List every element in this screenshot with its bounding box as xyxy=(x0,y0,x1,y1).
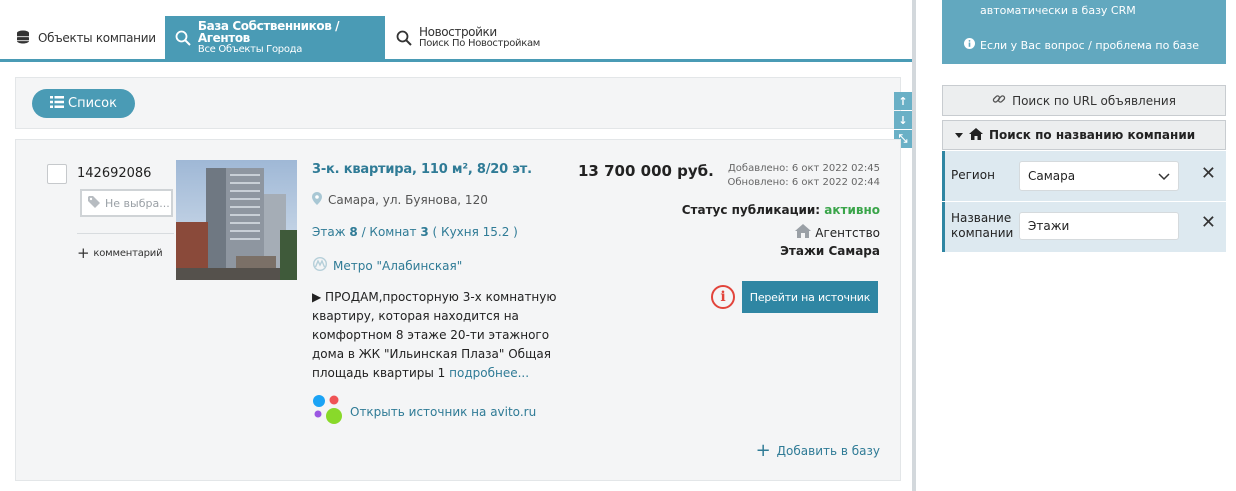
search-icon xyxy=(393,30,415,46)
add-to-base-link[interactable]: + Добавить в базу xyxy=(755,440,880,461)
company-input[interactable]: Этажи xyxy=(1019,212,1179,240)
seller-type: Агентство xyxy=(815,226,880,240)
company-label-line1: Название xyxy=(951,211,1012,225)
top-tabs: Объекты компании База Собственников / Аг… xyxy=(0,0,912,62)
company-label-line2: компании xyxy=(951,226,1014,240)
arrow-down-icon[interactable]: ↓ xyxy=(894,111,912,129)
tag-label: Не выбра... xyxy=(105,196,170,210)
plus-icon: + xyxy=(77,244,90,262)
tab-owners-agents-base[interactable]: База Собственников / Агентов Все Объекты… xyxy=(165,16,385,59)
metro-icon xyxy=(312,256,328,274)
seller-company: Этажи Самара xyxy=(780,244,880,258)
tab-label: Новостройки xyxy=(419,24,497,39)
tab-label: Объекты компании xyxy=(38,30,156,45)
company-search-label: Поиск по названию компании xyxy=(989,128,1196,142)
list-view-label: Список xyxy=(68,96,117,111)
metro-text: Метро "Алабинская" xyxy=(333,258,463,273)
rooms-value: 3 xyxy=(420,225,429,239)
region-filter: Регион Самара ✕ xyxy=(942,151,1226,201)
url-search-button[interactable]: Поиск по URL объявления xyxy=(942,85,1226,116)
region-value: Самара xyxy=(1028,169,1076,183)
avito-logo-icon xyxy=(312,394,344,429)
added-date: Добавлено: 6 окт 2022 02:45 xyxy=(727,163,880,174)
tab-company-objects[interactable]: Объекты компании xyxy=(12,16,162,59)
info-icon xyxy=(964,38,975,52)
tab-new-buildings[interactable]: Новостройки Поиск По Новостройкам xyxy=(393,16,593,59)
caret-down-icon xyxy=(955,128,963,142)
tab-sublabel: Все Объекты Города xyxy=(197,43,303,55)
crm-info-panel: автоматически в базу CRM Если у Вас вопр… xyxy=(942,0,1226,64)
listing-photo[interactable] xyxy=(176,160,297,280)
crm-line: автоматически в базу CRM xyxy=(980,4,1136,17)
status-label: Статус публикации: xyxy=(681,203,821,217)
list-view-button[interactable]: Список xyxy=(32,89,135,118)
listing-id: 142692086 xyxy=(77,166,152,181)
tag-select-button[interactable]: Не выбра... xyxy=(80,189,173,217)
company-label: Название компании xyxy=(951,211,1013,241)
status-value: активно xyxy=(824,203,880,217)
comment-label: комментарий xyxy=(93,247,163,259)
tab-label: База Собственников / Агентов xyxy=(197,18,340,45)
listing-card: 142692086 Не выбра... + комментарий 3-к.… xyxy=(15,139,901,481)
region-label: Регион xyxy=(951,168,995,182)
listing-price: 13 700 000 руб. xyxy=(578,162,714,180)
company-search-header[interactable]: Поиск по названию компании xyxy=(942,120,1226,150)
chevron-down-icon xyxy=(1158,170,1170,185)
database-icon xyxy=(12,30,34,46)
listing-floors: Этаж 8 / Комнат 3 ( Кухня 15.2 ) xyxy=(312,225,518,239)
seller-info: Агентство Этажи Самара xyxy=(780,224,880,260)
listing-description: ▶ ПРОДАМ,просторную 3-х комнатную кварти… xyxy=(312,288,572,383)
add-label: Добавить в базу xyxy=(776,444,880,458)
source-label: Открыть источник на avito.ru xyxy=(350,404,537,419)
rooms-prefix: / Комнат xyxy=(361,225,417,239)
updated-date: Обновлено: 6 окт 2022 02:44 xyxy=(727,177,881,188)
map-pin-icon xyxy=(312,192,322,208)
more-link[interactable]: подробнее... xyxy=(449,366,529,380)
region-select[interactable]: Самара xyxy=(1019,161,1179,191)
search-icon xyxy=(173,30,194,46)
kitchen-area: ( Кухня 15.2 ) xyxy=(432,225,518,239)
floor-value: 8 xyxy=(349,225,358,239)
clear-company-icon[interactable]: ✕ xyxy=(1201,214,1216,232)
divider xyxy=(77,233,174,234)
floor-prefix: Этаж xyxy=(312,225,346,239)
company-filter: Название компании Этажи ✕ xyxy=(942,202,1226,252)
add-comment-link[interactable]: + комментарий xyxy=(77,244,163,262)
address-text: Самара, ул. Буянова, 120 xyxy=(328,193,488,207)
home-icon xyxy=(969,127,983,143)
help-link[interactable]: Если у Вас вопрос / проблема по базе xyxy=(964,38,1199,52)
listing-title[interactable]: 3-к. квартира, 110 м², 8/20 эт. xyxy=(312,162,532,177)
publication-status: Статус публикации: активно xyxy=(682,203,880,217)
clear-region-icon[interactable]: ✕ xyxy=(1201,165,1216,183)
company-value: Этажи xyxy=(1028,219,1070,233)
link-icon xyxy=(992,92,1006,109)
listing-dates: Добавлено: 6 окт 2022 02:45 Обновлено: 6… xyxy=(728,162,881,190)
url-search-label: Поиск по URL объявления xyxy=(1012,93,1176,108)
help-text: Если у Вас вопрос / проблема по базе xyxy=(980,38,1199,52)
view-toolbar: Список xyxy=(15,77,901,129)
page: Объекты компании База Собственников / Аг… xyxy=(0,0,1236,491)
tab-sublabel: Поиск По Новостройкам xyxy=(419,37,541,49)
home-icon xyxy=(795,224,812,243)
select-checkbox[interactable] xyxy=(47,164,67,184)
list-icon xyxy=(50,95,64,112)
arrow-up-icon[interactable]: ↑ xyxy=(894,92,912,110)
scrollbar[interactable] xyxy=(912,0,916,491)
info-icon[interactable]: i xyxy=(711,285,735,309)
goto-source-button[interactable]: Перейти на источник xyxy=(742,281,878,313)
open-source-link[interactable]: Открыть источник на avito.ru xyxy=(312,394,536,429)
listing-address: Самара, ул. Буянова, 120 xyxy=(312,192,488,208)
plus-icon: + xyxy=(755,440,771,461)
tag-icon xyxy=(88,195,101,211)
listing-metro: Метро "Алабинская" xyxy=(312,256,463,274)
